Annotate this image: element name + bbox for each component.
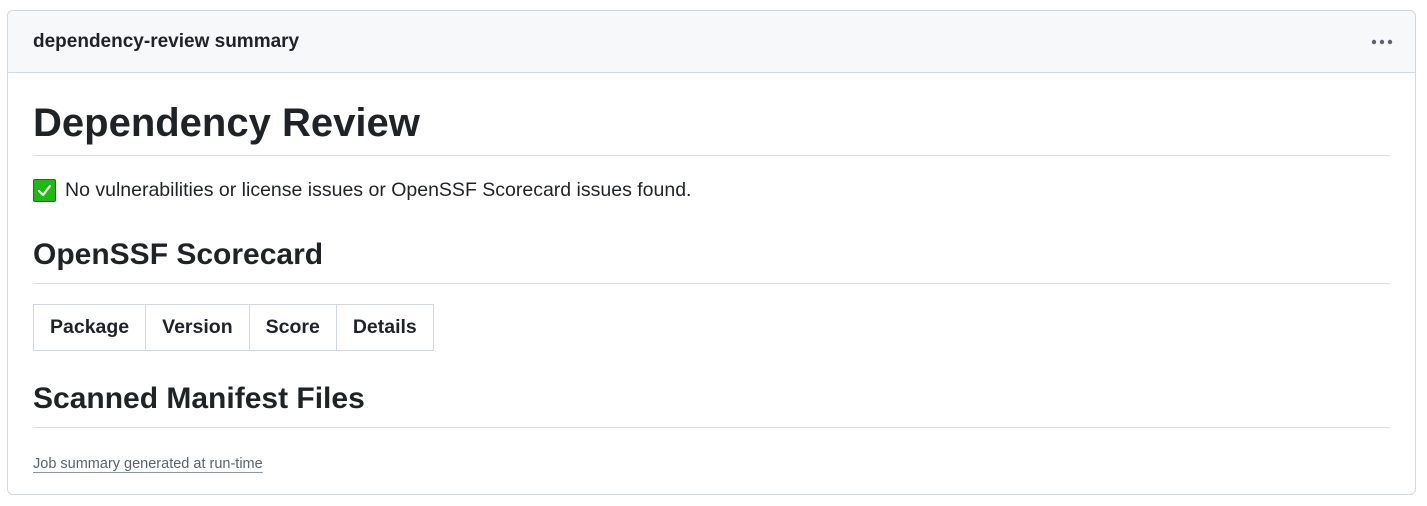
more-options-button[interactable] xyxy=(1367,27,1397,57)
scorecard-heading: OpenSSF Scorecard xyxy=(33,238,324,271)
job-summary-link[interactable]: Job summary generated at run-time xyxy=(33,456,263,472)
status-message: No vulnerabilities or license issues or … xyxy=(33,179,691,202)
summary-card-header: dependency-review summary xyxy=(8,11,1415,73)
manifest-divider xyxy=(33,427,1390,428)
status-text: No vulnerabilities or license issues or … xyxy=(65,179,692,201)
column-header-version: Version xyxy=(145,304,250,351)
page-title: Dependency Review xyxy=(33,101,420,145)
title-divider xyxy=(33,155,1390,156)
summary-title: dependency-review summary xyxy=(33,30,300,52)
manifest-heading: Scanned Manifest Files xyxy=(33,382,365,415)
column-header-score: Score xyxy=(248,304,337,351)
scorecard-table: Package Version Score Details xyxy=(32,304,434,351)
table-header-row: Package Version Score Details xyxy=(32,304,434,351)
scorecard-divider xyxy=(33,283,1390,284)
kebab-horizontal-icon xyxy=(1371,39,1393,44)
column-header-package: Package xyxy=(32,304,147,351)
column-header-details: Details xyxy=(335,304,434,351)
summary-card: dependency-review summary Dependency Rev… xyxy=(7,10,1416,495)
check-mark-icon xyxy=(33,179,56,202)
